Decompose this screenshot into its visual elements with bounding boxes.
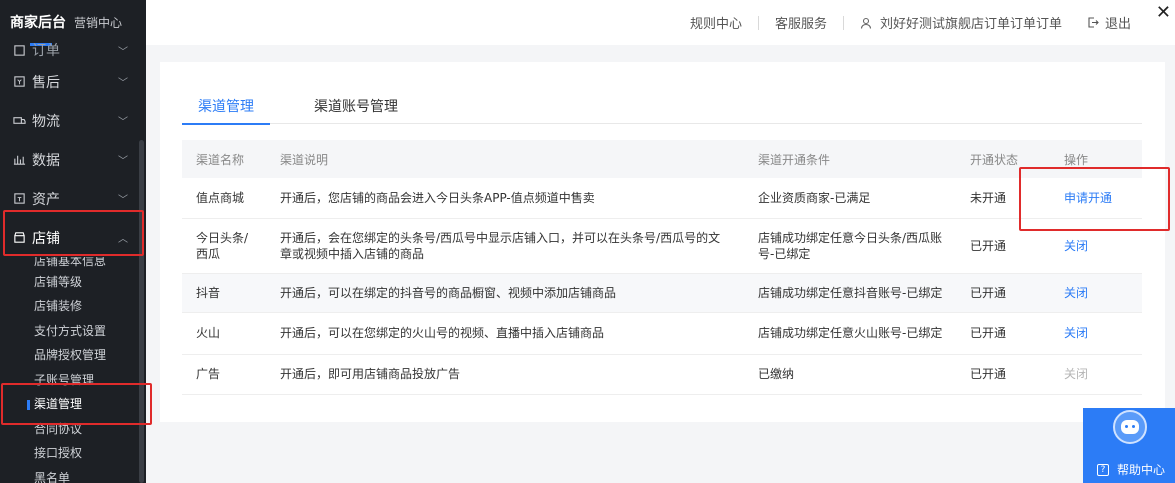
close-channel-link-disabled: 关闭 [1050, 354, 1142, 395]
tab-channel-accounts[interactable]: 渠道账号管理 [298, 86, 414, 124]
sidebar-item-label: 店铺 [32, 230, 60, 247]
channel-condition: 店铺成功绑定任意抖音账号-已绑定 [744, 273, 956, 313]
brand-title[interactable]: 商家后台 [10, 12, 66, 32]
channel-status: 已开通 [956, 354, 1050, 395]
sidebar-item-aftersale[interactable]: 售后 ﹀ [0, 62, 146, 101]
submenu-shop-info[interactable]: 店铺基本信息 [34, 257, 146, 269]
table-row: 今日头条/西瓜 开通后，会在您绑定的头条号/西瓜号中显示店铺入口，并可以在头条号… [182, 218, 1142, 274]
sidebar-item-label: 物流 [32, 113, 60, 130]
logout-label: 退出 [1104, 17, 1131, 32]
apply-open-link[interactable]: 申请开通 [1050, 178, 1142, 219]
tab-bar: 渠道管理 渠道账号管理 [182, 86, 1142, 125]
channel-desc: 开通后，可以在您绑定的火山号的视频、直播中插入店铺商品 [266, 312, 744, 355]
chevron-down-icon: ﹀ [118, 117, 128, 128]
truck-icon [12, 114, 26, 128]
channel-status: 未开通 [956, 178, 1050, 219]
chevron-down-icon: ﹀ [118, 46, 128, 58]
submenu-api-auth[interactable]: 接口授权 [34, 441, 146, 466]
channel-name: 火山 [182, 312, 266, 355]
channel-condition: 已缴纳 [744, 354, 956, 395]
sidebar: 商家后台 营销中心 订单 ﹀ 售后 ﹀ 物流 ﹀ 数据 ﹀ 资产 ﹀ 店铺 ︿ … [0, 0, 146, 483]
table-row: 广告 开通后，即可用店铺商品投放广告 已缴纳 已开通 关闭 [182, 354, 1142, 395]
brand-subtitle[interactable]: 营销中心 [74, 14, 122, 31]
submenu-payment-settings[interactable]: 支付方式设置 [34, 318, 146, 343]
channel-name: 值点商城 [182, 178, 266, 219]
sidebar-item-shop[interactable]: 店铺 ︿ [0, 218, 146, 257]
submenu-shop-decoration[interactable]: 店铺装修 [34, 294, 146, 319]
rules-center-link[interactable]: 规则中心 [674, 13, 758, 32]
channel-desc: 开通后，您店铺的商品会进入今日头条APP-值点频道中售卖 [266, 178, 744, 219]
close-icon[interactable]: ✕ [1156, 2, 1171, 23]
user-icon [860, 17, 872, 29]
submenu-shop-level[interactable]: 店铺等级 [34, 269, 146, 294]
question-icon: ? [1097, 463, 1109, 476]
table-header: 渠道名称 渠道说明 渠道开通条件 开通状态 操作 [182, 140, 1142, 178]
tab-channel-management[interactable]: 渠道管理 [182, 86, 270, 125]
asset-icon [12, 192, 26, 206]
channel-desc: 开通后，可以在绑定的抖音号的商品橱窗、视频中添加店铺商品 [266, 273, 744, 313]
channel-card: 渠道管理 渠道账号管理 渠道名称 渠道说明 渠道开通条件 开通状态 操作 值点商… [160, 62, 1165, 422]
channel-status: 已开通 [956, 312, 1050, 355]
logout-button[interactable]: 退出 [1088, 13, 1131, 32]
order-icon [12, 43, 26, 57]
help-center-text: 帮助中心 [1117, 463, 1166, 477]
channel-name: 抖音 [182, 273, 266, 313]
sidebar-item-order[interactable]: 订单 ﹀ [0, 38, 146, 62]
channel-name: 广告 [182, 354, 266, 395]
help-center-widget[interactable]: ? 帮助中心 [1083, 408, 1175, 483]
chevron-down-icon: ﹀ [118, 78, 128, 89]
sidebar-item-label: 售后 [32, 74, 60, 91]
channel-status: 已开通 [956, 273, 1050, 313]
sidebar-item-logistics[interactable]: 物流 ﹀ [0, 101, 146, 140]
submenu-channel-management[interactable]: 渠道管理 [27, 392, 146, 417]
channel-desc: 开通后，即可用店铺商品投放广告 [266, 354, 744, 395]
sidebar-item-data[interactable]: 数据 ﹀ [0, 140, 146, 179]
help-center-label: ? 帮助中心 [1097, 461, 1165, 478]
header-open-status: 开通状态 [956, 140, 1050, 178]
header-operation: 操作 [1050, 140, 1142, 178]
sidebar-item-asset[interactable]: 资产 ﹀ [0, 179, 146, 218]
header-channel-name: 渠道名称 [182, 140, 266, 178]
header-open-condition: 渠道开通条件 [744, 140, 956, 178]
user-name: 刘好好测试旗舰店订单订单订单 [879, 17, 1062, 32]
channel-condition: 店铺成功绑定任意今日头条/西瓜账号-已绑定 [744, 218, 956, 274]
chart-icon [12, 153, 26, 167]
chevron-up-icon: ︿ [118, 234, 128, 245]
table-row: 值点商城 开通后，您店铺的商品会进入今日头条APP-值点频道中售卖 企业资质商家… [182, 178, 1142, 219]
customer-service-link[interactable]: 客服服务 [759, 13, 843, 32]
channel-name: 今日头条/西瓜 [182, 218, 266, 274]
shop-submenu: 店铺基本信息 店铺等级 店铺装修 支付方式设置 品牌授权管理 子账号管理 渠道管… [0, 257, 146, 483]
sidebar-item-label: 数据 [32, 152, 60, 169]
channel-status: 已开通 [956, 218, 1050, 274]
close-channel-link[interactable]: 关闭 [1050, 312, 1142, 355]
submenu-blacklist[interactable]: 黑名单 [34, 465, 146, 483]
top-bar: 规则中心 客服服务 刘好好测试旗舰店订单订单订单 退出 [146, 0, 1175, 45]
sidebar-scrollbar[interactable] [139, 140, 144, 483]
channel-table: 渠道名称 渠道说明 渠道开通条件 开通状态 操作 值点商城 开通后，您店铺的商品… [182, 140, 1142, 395]
sidebar-item-label: 订单 [32, 43, 60, 59]
submenu-brand-auth[interactable]: 品牌授权管理 [34, 343, 146, 368]
channel-condition: 企业资质商家-已满足 [744, 178, 956, 219]
table-row: 火山 开通后，可以在您绑定的火山号的视频、直播中插入店铺商品 店铺成功绑定任意火… [182, 312, 1142, 355]
channel-desc: 开通后，会在您绑定的头条号/西瓜号中显示店铺入口，并可以在头条号/西瓜号的文章或… [266, 218, 744, 274]
table-row: 抖音 开通后，可以在绑定的抖音号的商品橱窗、视频中添加店铺商品 店铺成功绑定任意… [182, 273, 1142, 313]
chevron-down-icon: ﹀ [118, 156, 128, 167]
shop-icon [12, 231, 26, 245]
chevron-down-icon: ﹀ [118, 195, 128, 206]
submenu-contracts[interactable]: 合同协议 [34, 416, 146, 441]
channel-condition: 店铺成功绑定任意火山账号-已绑定 [744, 312, 956, 355]
sidebar-item-label: 资产 [32, 191, 60, 208]
close-channel-link[interactable]: 关闭 [1050, 218, 1142, 274]
submenu-sub-accounts[interactable]: 子账号管理 [34, 367, 146, 392]
robot-icon [1113, 410, 1147, 444]
logout-icon [1088, 17, 1099, 28]
user-menu[interactable]: 刘好好测试旗舰店订单订单订单 [844, 13, 1078, 32]
header-channel-desc: 渠道说明 [266, 140, 744, 178]
close-channel-link[interactable]: 关闭 [1050, 273, 1142, 313]
aftersale-icon [12, 75, 26, 89]
